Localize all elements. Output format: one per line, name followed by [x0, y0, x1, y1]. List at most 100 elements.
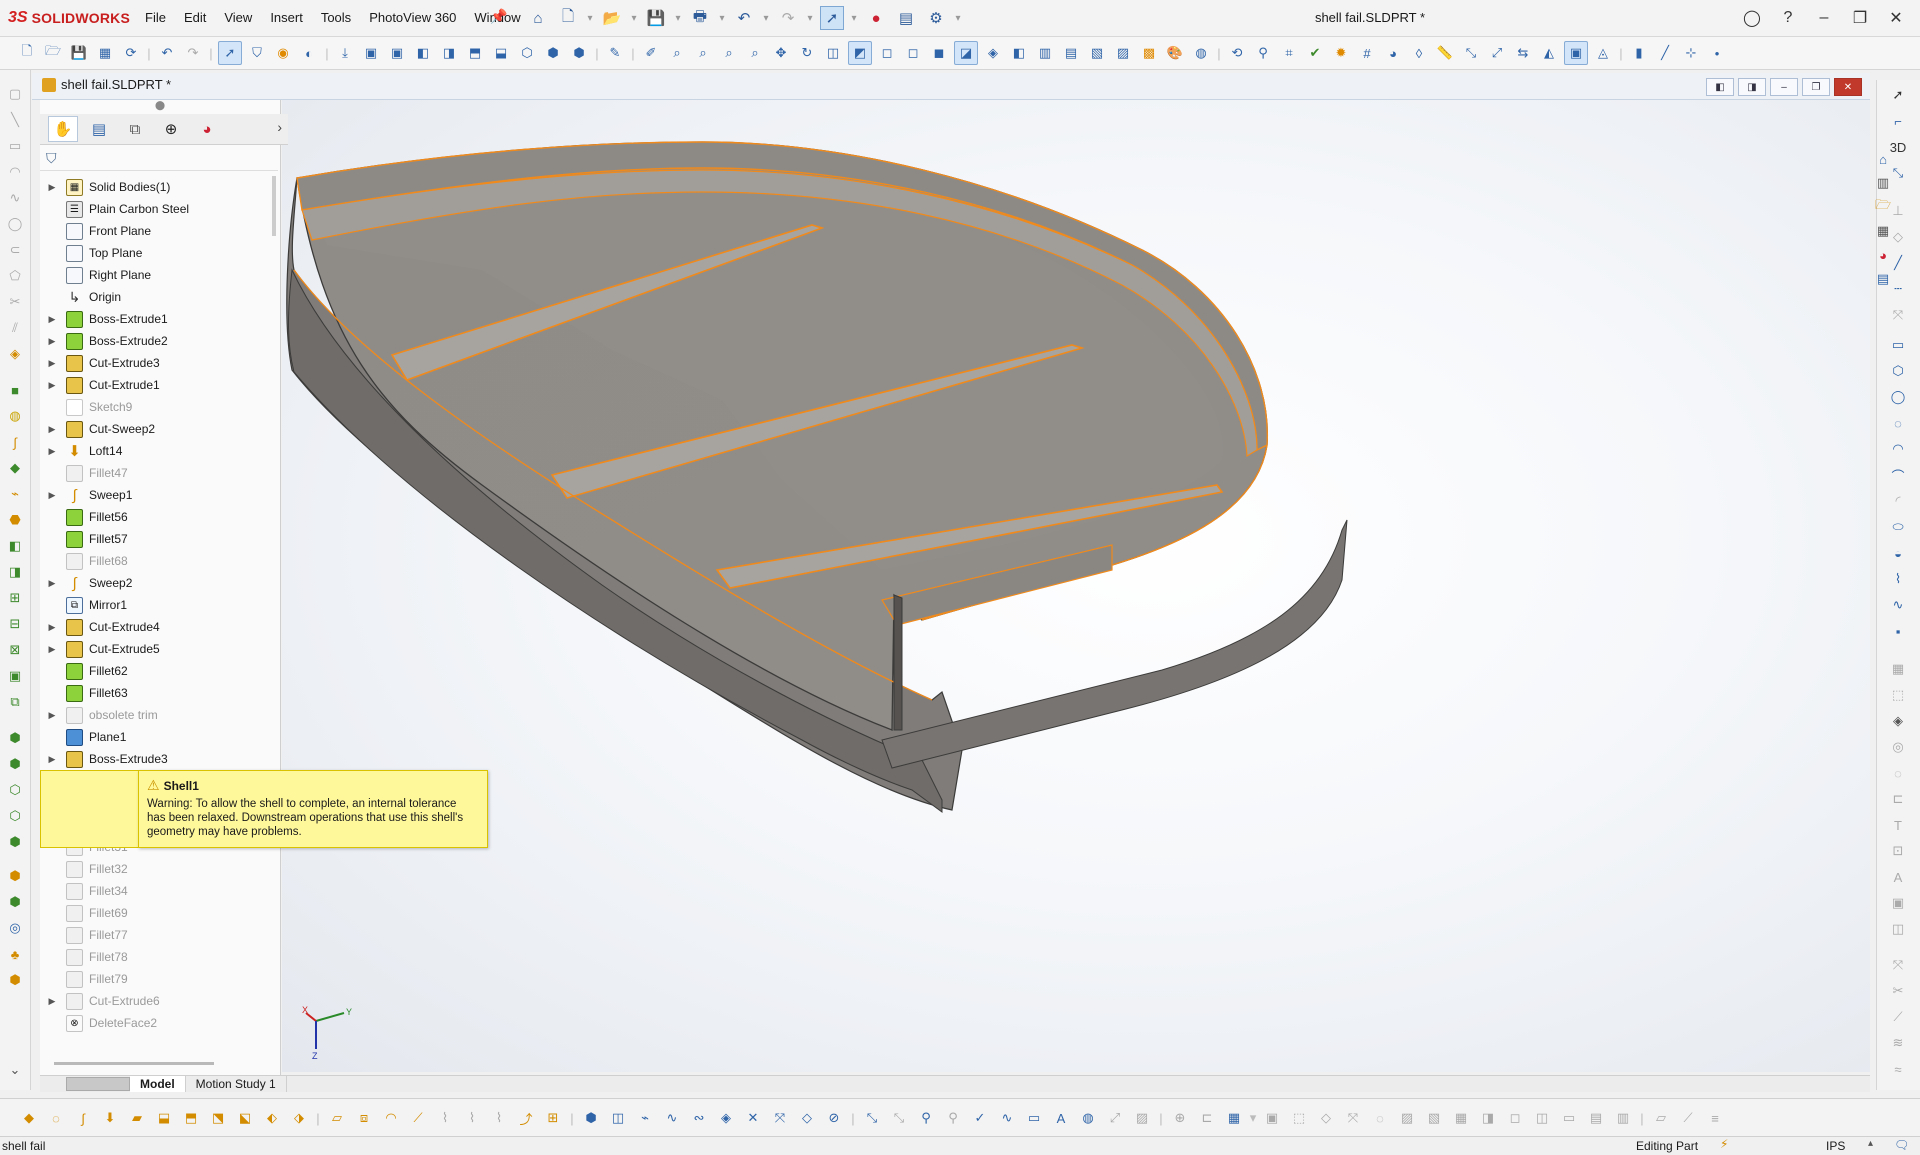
split-line-icon[interactable]: ◈ — [715, 1107, 737, 1129]
tree-item-sweep2[interactable]: ▶ ∫ Sweep2 — [40, 572, 272, 594]
surface-tool-icon[interactable]: ⬡ — [5, 806, 25, 826]
tree-item-cut-extrude5[interactable]: ▶ Cut-Extrude5 — [40, 638, 272, 660]
tab-model[interactable]: Model — [130, 1076, 186, 1092]
ellipse-icon[interactable]: ⬭ — [1887, 516, 1909, 538]
knit-surface-icon[interactable]: ⊞ — [542, 1107, 564, 1129]
grayed-tool-13-icon[interactable]: ⤧ — [1887, 954, 1909, 976]
point-right-icon[interactable]: ▪ — [1887, 620, 1909, 642]
grayed-tool-4-icon[interactable]: ◜ — [1887, 490, 1909, 512]
doc-close-icon[interactable]: ✕ — [1834, 78, 1862, 96]
print-file-icon[interactable]: ▦ — [94, 42, 116, 64]
tree-item-fillet62[interactable]: Fillet62 — [40, 660, 272, 682]
circle-right-icon[interactable]: ◯ — [1887, 386, 1909, 408]
tree-item-sweep1[interactable]: ▶ ∫ Sweep1 — [40, 484, 272, 506]
menu-tools[interactable]: Tools — [312, 9, 360, 27]
part-model[interactable] — [282, 100, 1870, 1072]
grayed-bt-4-icon[interactable]: ▨ — [1131, 1107, 1153, 1129]
sheetmetal-tool-icon[interactable]: ⬢ — [5, 832, 25, 852]
shadows-icon[interactable]: ◧ — [1008, 42, 1030, 64]
swept-boss-icon[interactable]: ∫ — [5, 432, 25, 452]
evaluate-tool-icon[interactable]: ◎ — [5, 918, 25, 938]
arc-right-icon[interactable]: ◠ — [1887, 438, 1909, 460]
point-icon[interactable]: • — [1706, 42, 1728, 64]
undo-toolbar-icon[interactable]: ↶ — [156, 42, 178, 64]
isoparametric-icon[interactable]: ⤧ — [769, 1107, 791, 1129]
solidworks-resources-icon[interactable]: ⌂ — [1872, 148, 1894, 170]
tree-item-front-plane[interactable]: Front Plane — [40, 220, 272, 242]
edit-appearance-icon[interactable]: ◐ — [298, 42, 320, 64]
trim-tool-icon[interactable]: ✂ — [5, 292, 25, 312]
tree-item-top-plane[interactable]: Top Plane — [40, 242, 272, 264]
grayed-tool-7-icon[interactable]: ◎ — [1887, 736, 1909, 758]
propertymanager-tab-icon[interactable]: ▤ — [84, 116, 114, 142]
minimize-icon[interactable]: – — [1806, 4, 1842, 32]
grayed-bt-23-icon[interactable]: ≡ — [1704, 1107, 1726, 1129]
grayed-bt-12-icon[interactable]: ▨ — [1396, 1107, 1418, 1129]
zoom-selection-icon[interactable]: ⌕ — [744, 42, 766, 64]
help-icon[interactable]: ? — [1770, 4, 1806, 32]
units-dropdown-icon[interactable]: ▴ — [1868, 1138, 1873, 1149]
projected-curve-icon[interactable]: ∾ — [688, 1107, 710, 1129]
thicken-icon[interactable]: ⬢ — [580, 1107, 602, 1129]
untrim-surface-icon[interactable]: ⤴ — [515, 1107, 537, 1129]
expand-arrow-icon[interactable]: ▶ — [46, 336, 58, 347]
measure-icon[interactable]: ✎ — [604, 42, 626, 64]
graphics-area[interactable]: Y X Z — [282, 100, 1870, 1072]
rebuild-traffic-light-icon[interactable]: ● — [864, 6, 888, 30]
grayed-bt-1-icon[interactable]: ⤡ — [888, 1107, 910, 1129]
document-tab[interactable]: shell fail.SLDPRT * — [42, 77, 171, 92]
grayed-bt-16-icon[interactable]: ◻ — [1504, 1107, 1526, 1129]
expand-arrow-icon[interactable]: ▶ — [46, 710, 58, 721]
color-scheme-icon[interactable]: 🎨 — [1164, 42, 1186, 64]
pan-icon[interactable]: ✥ — [770, 42, 792, 64]
home-icon[interactable]: ⌂ — [526, 6, 550, 30]
new-dropdown-icon[interactable]: ▾ — [586, 6, 594, 30]
more-tabs-chevron-icon[interactable]: › — [277, 119, 282, 135]
grayed-text-2-icon[interactable]: A — [1887, 866, 1909, 888]
zebra-stripes-icon[interactable]: ▩ — [1138, 42, 1160, 64]
polygon-right-icon[interactable]: ⬡ — [1887, 360, 1909, 382]
revolve-icon[interactable]: ◌ — [45, 1107, 67, 1129]
grayed-bt-11-icon[interactable]: ◌ — [1369, 1107, 1391, 1129]
tree-item-fillet56[interactable]: Fillet56 — [40, 506, 272, 528]
grayed-bt-14-icon[interactable]: ▦ — [1450, 1107, 1472, 1129]
grayed-bt-19-icon[interactable]: ▤ — [1585, 1107, 1607, 1129]
rebuild-icon[interactable]: ⟳ — [120, 42, 142, 64]
deviation-icon[interactable]: ▭ — [1023, 1107, 1045, 1129]
curvature-icon[interactable]: ▨ — [1112, 42, 1134, 64]
view-top-icon[interactable]: ⬒ — [464, 42, 486, 64]
tree-item-fillet47[interactable]: Fillet47 — [40, 462, 272, 484]
grayed-tool-9-icon[interactable]: ⊏ — [1887, 788, 1909, 810]
instant3d-icon[interactable]: ⬡ — [5, 780, 25, 800]
view-sketch-relations-icon[interactable]: ⌗ — [1278, 42, 1300, 64]
tree-item-plane1[interactable]: Plane1 — [40, 726, 272, 748]
menu-photoview[interactable]: PhotoView 360 — [360, 9, 465, 27]
rib-tool-icon[interactable]: ⊟ — [5, 614, 25, 634]
lofted-boss-icon[interactable]: ◆ — [5, 458, 25, 478]
view-bottom-icon[interactable]: ⬓ — [490, 42, 512, 64]
previous-view-icon[interactable]: ◫ — [822, 42, 844, 64]
isometric-icon[interactable]: ⬡ — [516, 42, 538, 64]
featuremanager-tab-icon[interactable]: ✋ — [48, 116, 78, 142]
grayed-bt-7-icon[interactable]: ▣ — [1261, 1107, 1283, 1129]
new-icon[interactable]: 🗋 — [16, 42, 38, 64]
cartoon-icon[interactable]: ▤ — [1060, 42, 1082, 64]
offset-surface-icon[interactable]: ⧈ — [353, 1107, 375, 1129]
tree-item-cut-extrude4[interactable]: ▶ Cut-Extrude4 — [40, 616, 272, 638]
hidden-lines-icon[interactable]: ◻ — [902, 42, 924, 64]
grayed-bt-8-icon[interactable]: ⬚ — [1288, 1107, 1310, 1129]
check-icon[interactable]: ✔ — [1304, 42, 1326, 64]
tile-right-icon[interactable]: ◨ — [1738, 78, 1766, 96]
extrude-boss-icon[interactable]: ◆ — [18, 1107, 40, 1129]
planar-surface-icon[interactable]: ▱ — [326, 1107, 348, 1129]
cut-extrude-tool-icon[interactable]: ⬣ — [5, 510, 25, 530]
zoom-area-icon[interactable]: ⌕ — [692, 42, 714, 64]
rectangle-tool-icon[interactable]: ▭ — [5, 136, 25, 156]
smart-dimension-bt-icon[interactable]: ⤡ — [861, 1107, 883, 1129]
expand-arrow-icon[interactable]: ▶ — [46, 314, 58, 325]
account-icon[interactable]: ◯ — [1734, 4, 1770, 32]
save-dropdown-icon[interactable]: ▾ — [674, 6, 682, 30]
ruled-surface-icon[interactable]: ◠ — [380, 1107, 402, 1129]
grayed-bt-9-icon[interactable]: ◇ — [1315, 1107, 1337, 1129]
section-view-icon[interactable]: ◪ — [954, 41, 978, 65]
